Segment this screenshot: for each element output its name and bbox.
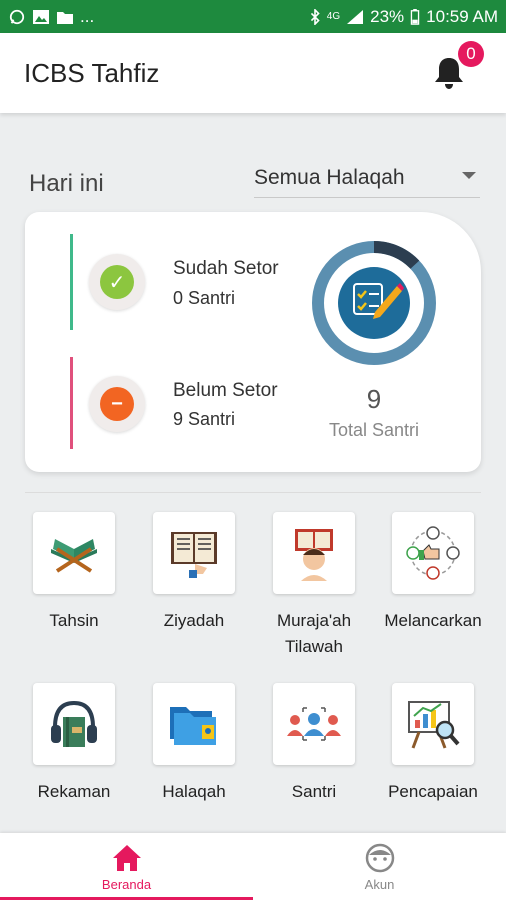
- summary-card: ✓ Sudah Setor 0 Santri − Belum Setor 9 S…: [25, 212, 481, 472]
- menu-label: Pencapaian: [388, 782, 478, 801]
- menu-label: Melancarkan: [384, 611, 482, 630]
- quran-stand-icon: [51, 539, 97, 573]
- menu-tile[interactable]: [392, 683, 474, 765]
- headphones-book-icon: [51, 700, 97, 747]
- menu-tile[interactable]: [33, 683, 115, 765]
- total-santri-count: 9: [366, 384, 382, 414]
- dropdown-caret-icon: [462, 172, 476, 179]
- account-face-icon: [365, 843, 395, 873]
- menu-label: Rekaman: [37, 782, 111, 801]
- minus-icon: −: [100, 387, 134, 421]
- menu-label: Tahsin: [49, 611, 99, 630]
- done-indicator-bar: [70, 234, 73, 330]
- menu-label: Ziyadah: [163, 611, 225, 630]
- open-book-icon: [171, 532, 217, 578]
- halaqah-selected: Semua Halaqah: [254, 165, 405, 189]
- status-more: ...: [80, 6, 95, 26]
- reading-person-icon: [295, 529, 333, 581]
- menu-label: Santri: [291, 782, 337, 801]
- battery-icon: [410, 8, 420, 25]
- done-title: Sudah Setor: [173, 258, 279, 279]
- pending-count: 9 Santri: [173, 409, 236, 429]
- today-label: Hari ini: [29, 170, 104, 197]
- tab-beranda[interactable]: Beranda: [0, 833, 253, 900]
- menu-melancarkan[interactable]: Melancarkan: [378, 512, 488, 634]
- tab-akun[interactable]: Akun: [253, 833, 506, 900]
- total-santri-label: Total Santri: [328, 420, 420, 440]
- section-divider: [25, 492, 481, 493]
- menu-halaqah[interactable]: Halaqah: [139, 683, 249, 805]
- menu-tile[interactable]: [153, 512, 235, 594]
- progress-donut: [312, 241, 436, 365]
- menu-tile[interactable]: [273, 683, 355, 765]
- whatsapp-icon: [9, 9, 25, 24]
- image-icon: [33, 9, 49, 24]
- chart-board-icon: [408, 701, 460, 749]
- folder-status-icon: [57, 11, 73, 24]
- menu-label: Halaqah: [162, 782, 226, 801]
- tab-label: Akun: [364, 877, 395, 892]
- notification-badge[interactable]: 0: [458, 41, 484, 67]
- folder-icon: [170, 707, 216, 745]
- menu-tile[interactable]: [392, 512, 474, 594]
- menu-pencapaian[interactable]: Pencapaian: [378, 683, 488, 805]
- signal-icon: [347, 9, 364, 24]
- tab-label: Beranda: [101, 877, 152, 892]
- menu-tile[interactable]: [273, 512, 355, 594]
- menu-santri[interactable]: Santri: [259, 683, 369, 805]
- students-icon: [287, 707, 341, 741]
- feedback-cycle-icon: [406, 526, 460, 580]
- pending-indicator-bar: [70, 357, 73, 449]
- menu-ziyadah[interactable]: Ziyadah: [139, 512, 249, 634]
- clock: 10:59 AM: [426, 6, 498, 26]
- network-type: 4G: [326, 11, 341, 22]
- battery-percent: 23%: [370, 6, 405, 26]
- halaqah-dropdown[interactable]: Semua Halaqah: [254, 158, 480, 198]
- done-status-circle: ✓: [89, 254, 145, 310]
- menu-label: Muraja'ah Tilawah: [276, 611, 352, 656]
- bluetooth-icon: [310, 8, 320, 25]
- done-count: 0 Santri: [173, 288, 236, 308]
- app-title: ICBS Tahfiz: [24, 57, 160, 88]
- check-icon: ✓: [100, 265, 134, 299]
- home-icon: [113, 845, 141, 871]
- menu-tile[interactable]: [153, 683, 235, 765]
- pending-status-circle: −: [89, 376, 145, 432]
- menu-tahsin[interactable]: Tahsin: [19, 512, 129, 634]
- pending-title: Belum Setor: [173, 380, 278, 401]
- menu-tile[interactable]: [33, 512, 115, 594]
- bottom-navigation: Beranda Akun: [0, 833, 506, 900]
- menu-murajaah[interactable]: Muraja'ah Tilawah: [259, 512, 369, 660]
- menu-rekaman[interactable]: Rekaman: [19, 683, 129, 805]
- app-bar: ICBS Tahfiz 0: [0, 33, 506, 113]
- status-bar: ... 4G 23% 10:59 AM: [0, 0, 506, 33]
